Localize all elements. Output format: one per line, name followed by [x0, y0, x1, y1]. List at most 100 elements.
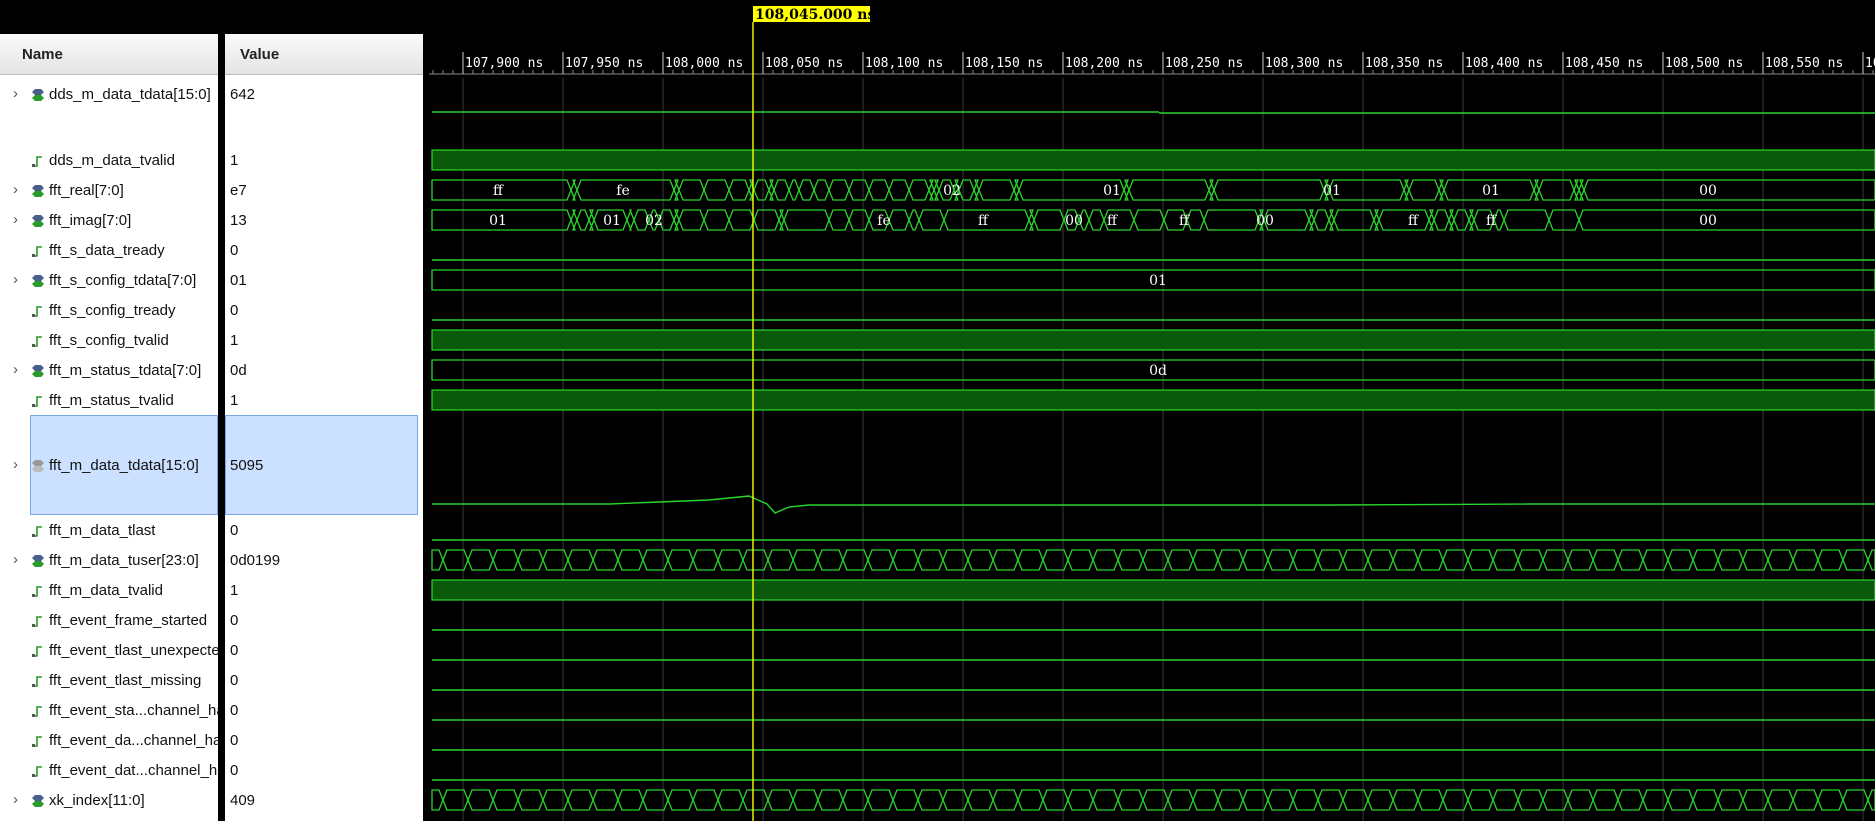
bus-segment: [567, 549, 594, 571]
signal-row[interactable]: dds_m_data_tvalid 1: [0, 145, 423, 175]
expand-chevron-icon[interactable]: ›: [13, 85, 18, 102]
bus-segment: [1367, 789, 1394, 811]
bus-segment: [1333, 209, 1375, 231]
bit-icon: [32, 705, 42, 717]
signal-row[interactable]: fft_s_config_tready 0: [0, 295, 423, 325]
bus-segment: [1317, 789, 1344, 811]
value-column-header[interactable]: Value: [240, 46, 279, 63]
bus-segment: [992, 549, 1019, 571]
bus-value-label: ff: [1107, 213, 1118, 229]
bus-segment: [867, 789, 894, 811]
ruler-tick-label: 108,550 ns: [1765, 56, 1843, 71]
bus-segment: [1867, 789, 1875, 811]
bus-segment: [1378, 209, 1430, 231]
bus-segment: [1313, 209, 1330, 231]
bus-segment: [673, 179, 680, 201]
signal-value: 13: [230, 211, 247, 229]
bus-segment: [1692, 789, 1719, 811]
signal-row[interactable]: fft_s_data_tready 0: [0, 235, 423, 265]
bus-segment: [592, 789, 619, 811]
bus-segment: [1067, 789, 1094, 811]
signal-row[interactable]: › xk_index[11:0] 409: [0, 785, 423, 815]
ruler-tick-label: 108,000 ns: [665, 56, 743, 71]
bus-value-label: 02: [645, 213, 663, 229]
bus-segment: [1717, 549, 1744, 571]
bus-segment: [1578, 209, 1875, 231]
expand-chevron-icon[interactable]: ›: [13, 211, 18, 228]
bus-segment: [792, 549, 819, 571]
bus-segment: [917, 549, 944, 571]
bus-segment: [817, 549, 844, 571]
signal-row[interactable]: fft_m_status_tvalid 1: [0, 385, 423, 415]
signal-row[interactable]: fft_event_tlast_unexpected 0: [0, 635, 423, 665]
signal-value: 642: [230, 86, 256, 103]
signal-row[interactable]: fft_m_data_tvalid 1: [0, 575, 423, 605]
signal-row[interactable]: › fft_s_config_tdata[7:0] 01: [0, 265, 423, 295]
bus-segment: [728, 209, 755, 231]
bus-segment: [1468, 209, 1475, 231]
signal-row[interactable]: › fft_imag[7:0] 13: [0, 205, 423, 235]
signal-row[interactable]: › fft_real[7:0] e7: [0, 175, 423, 205]
waveform-canvas[interactable]: 107,900 ns 107,950 ns 108,000 ns 108,050 ns…: [429, 0, 1875, 821]
bus-segment: [1067, 549, 1094, 571]
bus-value-label: 0d: [1149, 363, 1167, 379]
ruler-tick-label: 108,500 ns: [1665, 56, 1743, 71]
signal-row[interactable]: › dds_m_data_tdata[15:0] 642: [0, 80, 423, 130]
signal-row[interactable]: › fft_m_data_tdata[15:0] 5095: [0, 415, 423, 515]
signal-value: 409: [230, 791, 256, 809]
expand-chevron-icon[interactable]: ›: [13, 791, 18, 808]
bus-segment: [626, 209, 635, 231]
bus-segment: [992, 789, 1019, 811]
bus-segment: [1217, 549, 1244, 571]
bus-segment: [1142, 549, 1169, 571]
column-splitter[interactable]: [218, 34, 225, 821]
bus-segment: [1373, 209, 1380, 231]
signal-row[interactable]: › fft_m_data_tuser[23:0] 0d0199: [0, 545, 423, 575]
signal-value: e7: [230, 181, 247, 199]
bus-segment: [942, 789, 969, 811]
bus-segment: [842, 549, 869, 571]
signal-name: fft_event_tlast_missing: [49, 671, 202, 689]
name-column-header[interactable]: Name: [22, 46, 63, 63]
bus-segment: [1417, 549, 1444, 571]
bus-segment: [542, 789, 569, 811]
bus-segment: [1417, 789, 1444, 811]
bus-segment: [778, 209, 785, 231]
signal-value: 0d: [230, 361, 247, 379]
signal-name: dds_m_data_tdata[15:0]: [49, 86, 211, 103]
bus-segment: [1583, 179, 1875, 201]
signal-name: fft_event_dat...channel_halt: [49, 761, 218, 779]
bus-segment: [908, 179, 930, 201]
signal-row[interactable]: fft_event_tlast_missing 0: [0, 665, 423, 695]
bus-segment: [792, 789, 819, 811]
signal-name: fft_event_tlast_unexpected: [49, 641, 218, 659]
signal-row[interactable]: fft_event_frame_started 0: [0, 605, 423, 635]
bus-segment: [517, 549, 544, 571]
expand-chevron-icon[interactable]: ›: [13, 361, 18, 378]
bus-segment: [1767, 789, 1794, 811]
signal-row[interactable]: fft_event_sta...channel_halt 0: [0, 695, 423, 725]
bus-segment: [570, 179, 578, 201]
bus-segment: [1428, 209, 1435, 231]
signal-row[interactable]: fft_event_da...channel_halt 0: [0, 725, 423, 755]
bus-segment: [1292, 789, 1319, 811]
bus-segment: [867, 549, 894, 571]
bus-icon: [32, 794, 44, 807]
bus-segment: [942, 549, 969, 571]
signal-row[interactable]: fft_m_data_tlast 0: [0, 515, 423, 545]
signal-row[interactable]: fft_s_config_tvalid 1: [0, 325, 423, 355]
panel-toolbar: [0, 0, 425, 34]
bus-segment: [978, 179, 1015, 201]
bus-segment: [1013, 179, 1020, 201]
expand-chevron-icon[interactable]: ›: [13, 181, 18, 198]
waveform-viewer[interactable]: 107,900 ns 107,950 ns 108,000 ns 108,050 ns…: [429, 0, 1875, 821]
signal-row[interactable]: fft_event_dat...channel_halt 0: [0, 755, 423, 785]
bus-value-label: 01: [489, 213, 507, 229]
bus-value-label: 00: [1699, 213, 1717, 229]
bus-segment: [1342, 549, 1369, 571]
expand-chevron-icon[interactable]: ›: [13, 551, 18, 568]
expand-chevron-icon[interactable]: ›: [13, 271, 18, 288]
signal-row[interactable]: › fft_m_status_tdata[7:0] 0d: [0, 355, 423, 385]
expand-chevron-icon[interactable]: ›: [13, 456, 18, 473]
bus-icon: [32, 274, 44, 287]
